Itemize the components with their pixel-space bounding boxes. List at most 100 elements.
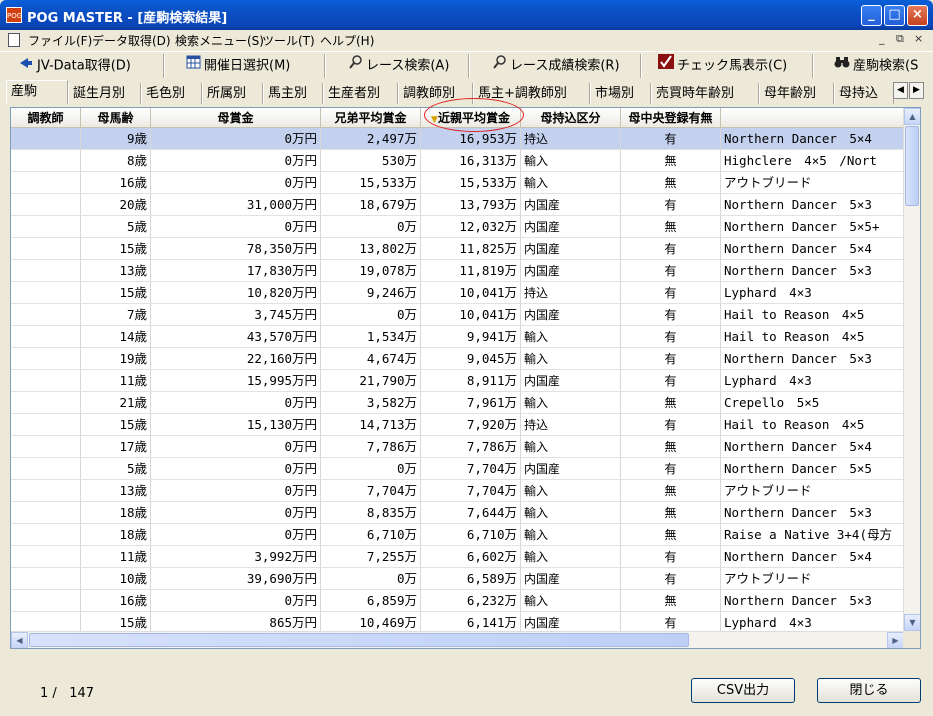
cell-import-type: 輸入 bbox=[521, 348, 621, 370]
table-row[interactable]: 13歳 0万円 7,704万 7,704万 輸入無アウトブリード bbox=[11, 480, 906, 502]
toolbar: JV-Data取得(D) 開催日選択(M) レース検索(A) レース成績検索(R… bbox=[0, 51, 933, 80]
kaisai-select-button[interactable]: 開催日選択(M) bbox=[186, 54, 290, 78]
table-row[interactable]: 16歳 0万円 15,533万 15,533万 輸入無アウトブリード bbox=[11, 172, 906, 194]
tab-owner[interactable]: 馬主別 bbox=[263, 83, 323, 104]
col-inbreeding[interactable] bbox=[721, 108, 906, 128]
table-row[interactable]: 13歳 17,830万円 19,078万 11,819万 内国産有 Northern Da… bbox=[11, 260, 906, 282]
kaisai-label: 開催日選択(M) bbox=[204, 58, 291, 74]
cell-dam-age: 19歳 bbox=[81, 348, 151, 370]
vertical-scrollbar[interactable]: ▲ ▼ bbox=[903, 108, 920, 631]
tab-breeder[interactable]: 生産者別 bbox=[323, 83, 398, 104]
cell-sibling-avg: 7,786万 bbox=[321, 436, 421, 458]
table-row[interactable]: 15歳 15,130万円 14,713万 7,920万 持込有 Hail to Reaso… bbox=[11, 414, 906, 436]
jvdata-button[interactable]: JV-Data取得(D) bbox=[18, 54, 131, 78]
cell-dam-prize: 0万円 bbox=[151, 172, 321, 194]
cell-inbreeding: Hail to Reason 4×5 bbox=[721, 414, 906, 436]
table-row[interactable]: 16歳 0万円 6,859万 6,232万 輸入無 Northern Dancer 5×3 bbox=[11, 590, 906, 612]
table-row[interactable]: 5歳 0万円 0万 12,032万 内国産無 Northern Dancer 5×5+ bbox=[11, 216, 906, 238]
tab-affiliation[interactable]: 所属別 bbox=[202, 83, 263, 104]
check-horse-button[interactable]: チェック馬表示(C) bbox=[658, 54, 787, 78]
table-row[interactable]: 21歳 0万円 3,582万 7,961万 輸入無 Crepello 5×5 bbox=[11, 392, 906, 414]
table-row[interactable]: 9歳 0万円 2,497万 16,953万 持込有 Northern Dancer 5×4 bbox=[11, 128, 906, 150]
tab-owner-trainer[interactable]: 馬主+調教師別 bbox=[473, 83, 590, 104]
cell-inbreeding: Hail to Reason 4×5 bbox=[721, 304, 906, 326]
table-row[interactable]: 20歳 31,000万円 18,679万 13,793万 内国産有 Northern Da… bbox=[11, 194, 906, 216]
scroll-down-button[interactable]: ▼ bbox=[904, 614, 920, 631]
table-row[interactable]: 14歳 43,570万円 1,534万 9,941万 輸入有 Hail to Reason… bbox=[11, 326, 906, 348]
tab-trainer[interactable]: 調教師別 bbox=[398, 83, 473, 104]
cell-trainer bbox=[11, 194, 81, 216]
menu-file[interactable]: ファイル(F) bbox=[28, 32, 92, 49]
table-row[interactable]: 10歳 39,690万円 0万 6,589万 内国産有アウトブリード bbox=[11, 568, 906, 590]
horizontal-scrollbar[interactable]: ◀ ▶ bbox=[11, 631, 904, 648]
cell-central-reg: 有 bbox=[621, 128, 721, 150]
close-button[interactable]: 閉じる bbox=[817, 678, 921, 703]
col-dam-central-reg[interactable]: 母中央登録有無 bbox=[621, 108, 721, 128]
cell-dam-age: 11歳 bbox=[81, 370, 151, 392]
col-trainer[interactable]: 調教師 bbox=[11, 108, 81, 128]
cell-dam-prize: 0万円 bbox=[151, 502, 321, 524]
table-row[interactable]: 8歳 0万円 530万 16,313万 輸入無 Highclere 4×5 /Nort bbox=[11, 150, 906, 172]
tab-scroll-left-button[interactable]: ◀ bbox=[893, 82, 908, 99]
table-row[interactable]: 11歳 3,992万円 7,255万 6,602万 輸入有 Northern Dancer… bbox=[11, 546, 906, 568]
col-dam-prize[interactable]: 母賞金 bbox=[151, 108, 321, 128]
title-bar[interactable]: POG POG MASTER - [産駒検索結果] _ □ × bbox=[0, 0, 933, 30]
table-row[interactable]: 11歳 15,995万円 21,790万 8,911万 内国産有 Lyphard 4×3 bbox=[11, 370, 906, 392]
tab-market[interactable]: 市場別 bbox=[590, 83, 651, 104]
cell-relative-avg: 9,941万 bbox=[421, 326, 521, 348]
col-relative-avg[interactable]: ▼近親平均賞金 bbox=[421, 108, 521, 128]
tab-sanku[interactable]: 産駒 bbox=[6, 80, 68, 104]
cell-dam-prize: 0万円 bbox=[151, 524, 321, 546]
col-dam-import-type[interactable]: 母持込区分 bbox=[521, 108, 621, 128]
result-grid[interactable]: 調教師 母馬齢 母賞金 兄弟平均賞金 ▼近親平均賞金 母持込区分 母中央登録有無… bbox=[10, 107, 921, 649]
page-current: 1 bbox=[40, 686, 49, 701]
tab-dam-age[interactable]: 母年齢別 bbox=[759, 83, 834, 104]
tab-dam-import[interactable]: 母持込 bbox=[834, 83, 894, 104]
minimize-button[interactable]: _ bbox=[861, 5, 882, 26]
csv-export-button[interactable]: CSV出力 bbox=[691, 678, 795, 703]
table-row[interactable]: 15歳 78,350万円 13,802万 11,825万 内国産有 Northern Da… bbox=[11, 238, 906, 260]
scroll-left-button[interactable]: ◀ bbox=[11, 632, 28, 648]
mdi-close-button[interactable]: × bbox=[914, 32, 923, 45]
menu-data-fetch[interactable]: データ取得(D) bbox=[92, 32, 171, 49]
tab-scroll-right-button[interactable]: ▶ bbox=[909, 82, 924, 99]
col-sibling-avg[interactable]: 兄弟平均賞金 bbox=[321, 108, 421, 128]
cell-sibling-avg: 18,679万 bbox=[321, 194, 421, 216]
cell-relative-avg: 7,961万 bbox=[421, 392, 521, 414]
cell-dam-prize: 43,570万円 bbox=[151, 326, 321, 348]
sanku-search-button[interactable]: 産駒検索(S bbox=[834, 54, 918, 78]
cell-dam-prize: 0万円 bbox=[151, 216, 321, 238]
table-row[interactable]: 17歳 0万円 7,786万 7,786万 輸入無 Northern Dancer 5×4 bbox=[11, 436, 906, 458]
cell-relative-avg: 7,786万 bbox=[421, 436, 521, 458]
horizontal-scroll-thumb[interactable] bbox=[29, 633, 689, 647]
cell-relative-avg: 6,589万 bbox=[421, 568, 521, 590]
tab-sale-age[interactable]: 売買時年齢別 bbox=[651, 83, 759, 104]
race-search-button[interactable]: レース検索(A) bbox=[349, 54, 449, 78]
scroll-up-button[interactable]: ▲ bbox=[904, 108, 920, 125]
menu-search[interactable]: 検索メニュー(S) bbox=[175, 32, 264, 49]
table-row[interactable]: 7歳 3,745万円 0万 10,041万 内国産有 Hail to Reason 4×5 bbox=[11, 304, 906, 326]
cell-central-reg: 有 bbox=[621, 348, 721, 370]
cell-dam-prize: 0万円 bbox=[151, 436, 321, 458]
table-row[interactable]: 15歳 10,820万円 9,246万 10,041万 持込有 Lyphard 4×3 bbox=[11, 282, 906, 304]
maximize-button[interactable]: □ bbox=[884, 5, 905, 26]
menu-help[interactable]: ヘルプ(H) bbox=[320, 32, 374, 49]
cell-inbreeding: Northern Dancer 5×3 bbox=[721, 260, 906, 282]
cell-dam-age: 14歳 bbox=[81, 326, 151, 348]
scroll-right-button[interactable]: ▶ bbox=[887, 632, 904, 648]
close-window-button[interactable]: × bbox=[907, 5, 928, 26]
tab-birth-month[interactable]: 誕生月別 bbox=[68, 83, 141, 104]
race-result-search-button[interactable]: レース成績検索(R) bbox=[493, 54, 620, 78]
vertical-scroll-thumb[interactable] bbox=[905, 126, 919, 206]
menu-tools[interactable]: ツール(T) bbox=[262, 32, 315, 49]
mdi-minimize-button[interactable]: _ bbox=[879, 32, 885, 45]
cell-sibling-avg: 7,704万 bbox=[321, 480, 421, 502]
table-row[interactable]: 5歳 0万円 0万 7,704万 内国産有 Northern Dancer 5×5 bbox=[11, 458, 906, 480]
table-row[interactable]: 18歳 0万円 6,710万 6,710万 輸入無 Raise a Native 3+4(… bbox=[11, 524, 906, 546]
mdi-restore-button[interactable]: ⧉ bbox=[896, 32, 904, 46]
table-row[interactable]: 18歳 0万円 8,835万 7,644万 輸入無 Northern Dancer 5×3 bbox=[11, 502, 906, 524]
table-row[interactable]: 19歳 22,160万円 4,674万 9,045万 輸入有 Northern Dance… bbox=[11, 348, 906, 370]
tab-coat-color[interactable]: 毛色別 bbox=[141, 83, 202, 104]
cell-trainer bbox=[11, 502, 81, 524]
col-dam-age[interactable]: 母馬齢 bbox=[81, 108, 151, 128]
